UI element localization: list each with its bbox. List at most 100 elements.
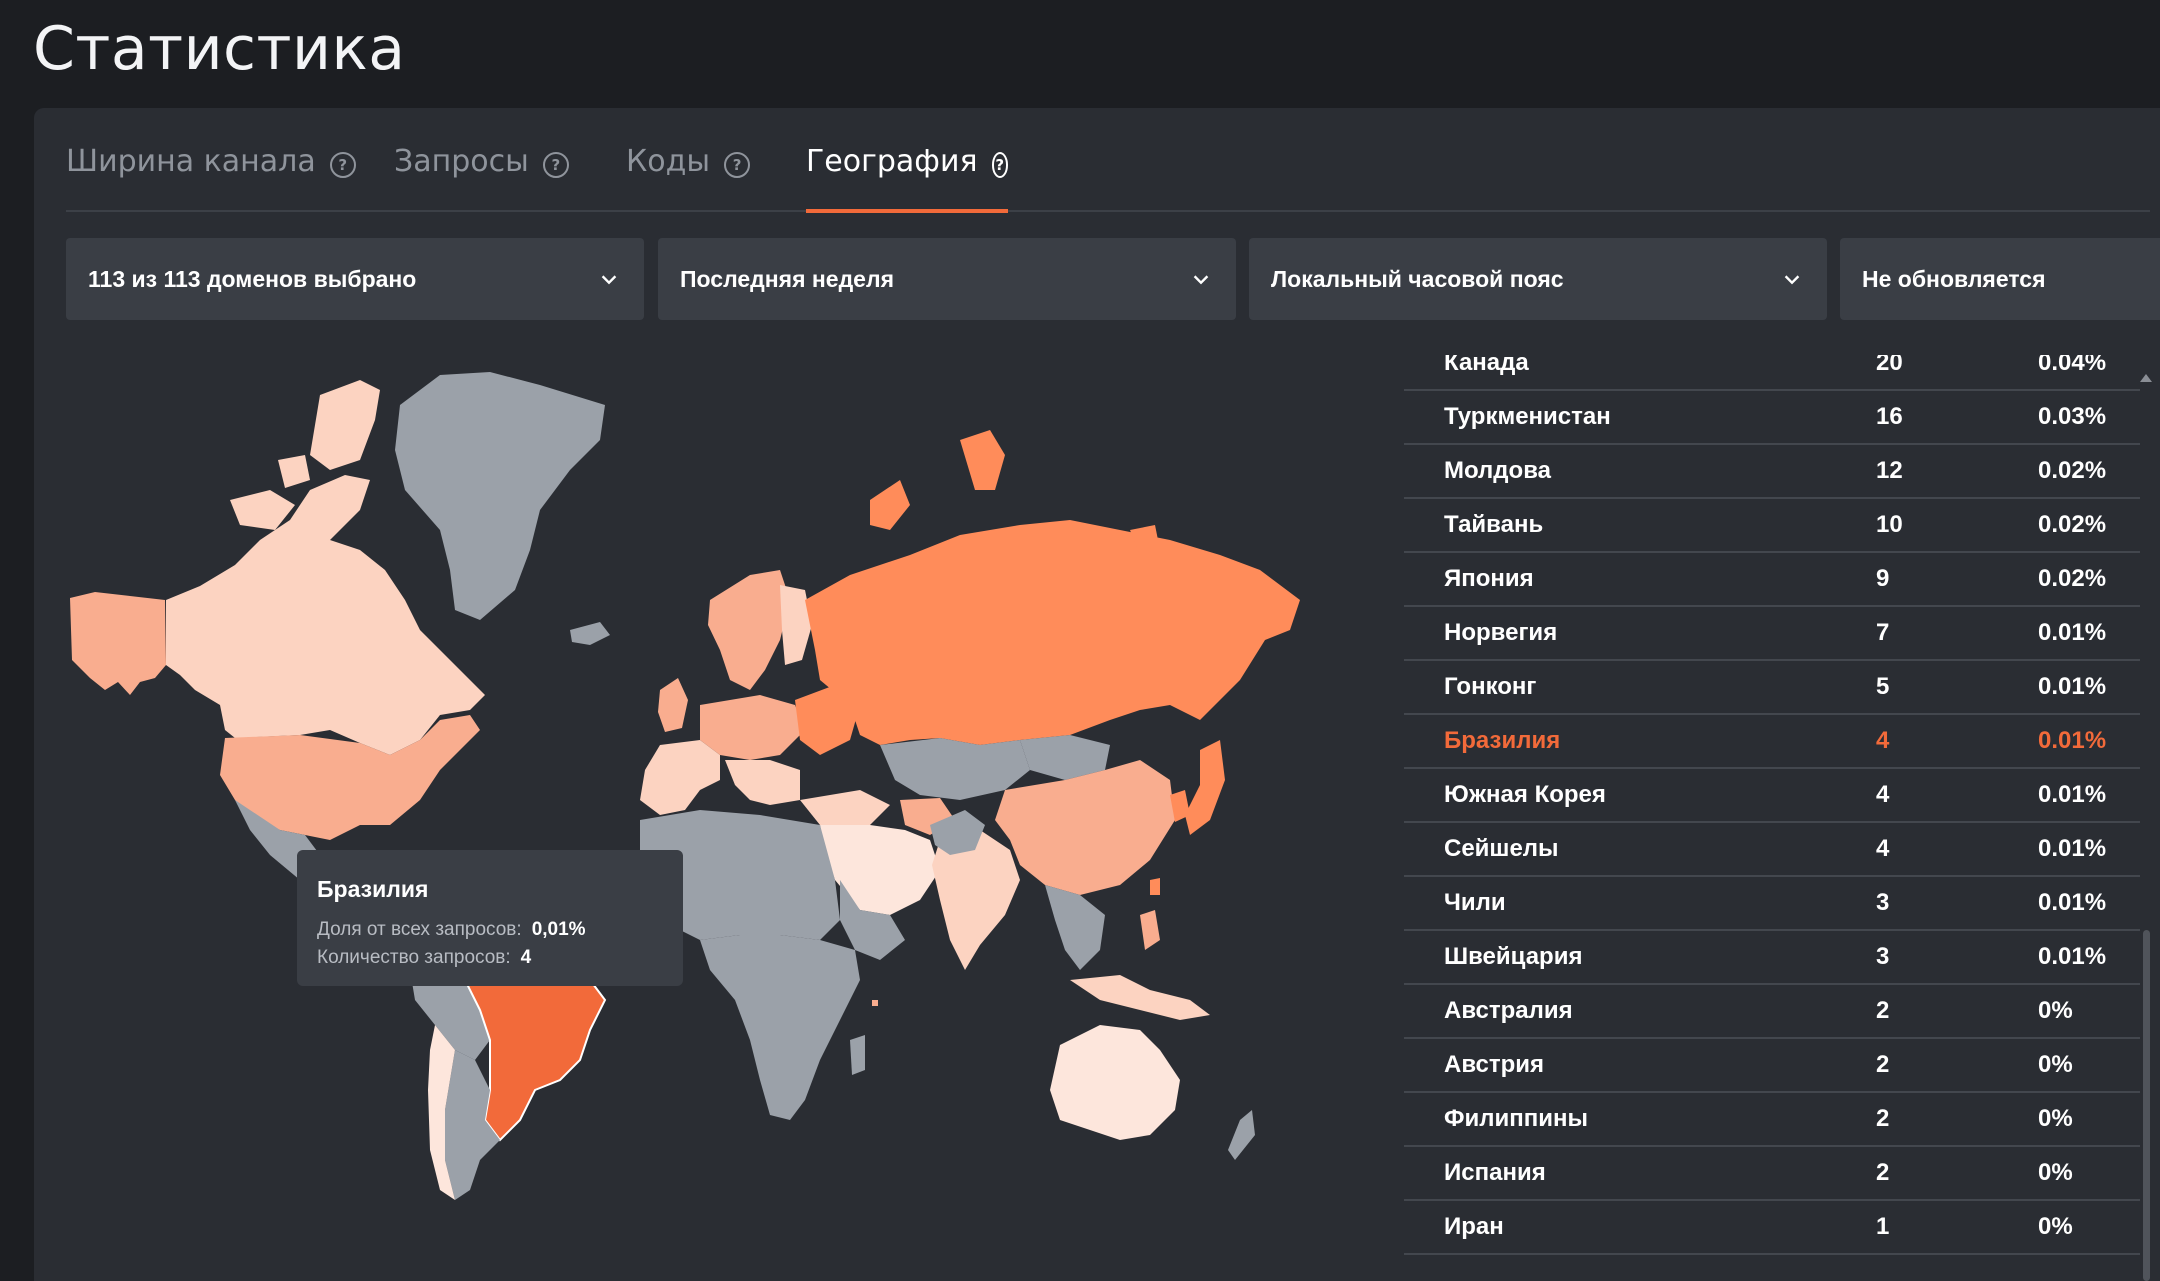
request-count: 9 — [1876, 565, 1890, 592]
table-row[interactable]: Швейцария 3 0.01% — [1404, 929, 2140, 985]
tooltip-share-value: 0,01% — [531, 919, 586, 940]
table-row[interactable]: Австралия 2 0% — [1404, 983, 2140, 1039]
table-row[interactable]: Япония 9 0.02% — [1404, 551, 2140, 607]
table-row[interactable]: Сейшелы 4 0.01% — [1404, 821, 2140, 877]
country-name: Молдова — [1444, 457, 1551, 484]
help-icon[interactable]: ? — [991, 152, 1008, 178]
map-country-italy-balkans[interactable] — [725, 760, 800, 805]
period-select-value: Последняя неделя — [680, 265, 894, 292]
request-percent: 0.02% — [2038, 457, 2107, 484]
country-name: Тайвань — [1444, 511, 1544, 538]
table-row[interactable]: Норвегия 7 0.01% — [1404, 605, 2140, 661]
request-percent: 0.02% — [2038, 511, 2107, 538]
map-country-new-zealand[interactable] — [1228, 1110, 1255, 1160]
table-row[interactable]: Бразилия 4 0.01% — [1404, 713, 2140, 769]
request-percent: 0.01% — [2038, 889, 2107, 916]
tooltip-count-label: Количество запросов: — [317, 947, 511, 968]
table-row[interactable]: Южная Корея 4 0.01% — [1404, 767, 2140, 823]
country-name: Сейшелы — [1444, 835, 1559, 862]
map-country-turkey[interactable] — [800, 790, 890, 825]
tab-requests[interactable]: Запросы ? — [394, 140, 569, 210]
map-country-russia-islands[interactable] — [870, 480, 910, 530]
scroll-up-icon[interactable] — [2140, 374, 2152, 382]
request-percent: 0.01% — [2038, 619, 2107, 646]
help-icon[interactable]: ? — [724, 152, 751, 178]
map-country-china[interactable] — [995, 760, 1175, 895]
request-percent: 0.01% — [2038, 835, 2107, 862]
table-row[interactable]: Молдова 12 0.02% — [1404, 443, 2140, 499]
table-row[interactable]: Филиппины 2 0% — [1404, 1091, 2140, 1147]
map-country-uk[interactable] — [658, 678, 688, 732]
table-row[interactable]: Иран 1 0% — [1404, 1199, 2140, 1255]
country-name: Гонконг — [1444, 673, 1537, 700]
help-icon[interactable]: ? — [329, 152, 356, 178]
domains-select-value: 113 из 113 доменов выбрано — [88, 265, 417, 292]
country-name: Туркменистан — [1444, 403, 1611, 430]
request-count: 10 — [1876, 511, 1903, 538]
tooltip-share-row: Доля от всех запросов: 0,01% — [317, 919, 663, 941]
map-country-africa-central[interactable] — [700, 935, 860, 1120]
request-percent: 0.04% — [2038, 355, 2107, 376]
table-row[interactable]: Испания 2 0% — [1404, 1145, 2140, 1201]
map-country-finland[interactable] — [780, 585, 812, 665]
tab-label: География — [806, 144, 978, 179]
request-percent: 0.01% — [2038, 781, 2107, 808]
period-select[interactable]: Последняя неделя — [658, 238, 1236, 320]
map-country-greenland[interactable] — [395, 372, 605, 620]
chevron-down-icon — [1193, 275, 1209, 285]
map-country-russia-islands[interactable] — [960, 430, 1005, 490]
help-icon[interactable]: ? — [542, 152, 569, 178]
country-name: Норвегия — [1444, 619, 1558, 646]
map-country-japan[interactable] — [1185, 740, 1225, 835]
request-count: 20 — [1876, 355, 1903, 376]
map-country-iceland[interactable] — [570, 622, 610, 645]
country-name: Чили — [1444, 889, 1506, 916]
map-country-middle-east[interactable] — [820, 825, 940, 915]
request-percent: 0.02% — [2038, 565, 2107, 592]
table-row[interactable]: Австрия 2 0% — [1404, 1037, 2140, 1093]
chevron-down-icon — [1784, 275, 1800, 285]
country-name: Канада — [1444, 355, 1529, 376]
scrollbar-thumb[interactable] — [2143, 930, 2150, 1281]
request-count: 16 — [1876, 403, 1903, 430]
country-name: Филиппины — [1444, 1105, 1588, 1132]
map-country-russia[interactable] — [805, 520, 1300, 745]
request-count: 2 — [1876, 997, 1890, 1024]
map-country-norway-sweden[interactable] — [708, 570, 790, 690]
refresh-select-value: Не обновляется — [1862, 265, 2046, 292]
request-percent: 0% — [2038, 1159, 2073, 1186]
tab-codes[interactable]: Коды ? — [626, 140, 751, 210]
map-country-central-europe[interactable] — [700, 695, 805, 760]
request-count: 3 — [1876, 943, 1890, 970]
map-country-seychelles[interactable] — [872, 1000, 878, 1006]
map-country-usa-alaska[interactable] — [70, 592, 166, 695]
request-percent: 0.01% — [2038, 727, 2107, 754]
tab-label: Коды — [626, 144, 711, 179]
tab-geography[interactable]: География ? — [806, 140, 1008, 213]
timezone-select[interactable]: Локальный часовой пояс — [1249, 238, 1827, 320]
table-row[interactable]: Канада 20 0.04% — [1404, 355, 2140, 391]
map-country-philippines[interactable] — [1140, 910, 1160, 950]
map-country-australia[interactable] — [1050, 1025, 1180, 1140]
tab-label: Ширина канала — [66, 144, 316, 179]
map-country-southeast-asia[interactable] — [1045, 885, 1105, 970]
table-row[interactable]: Чили 3 0.01% — [1404, 875, 2140, 931]
map-country-canada-islands[interactable] — [278, 455, 310, 488]
request-percent: 0.01% — [2038, 673, 2107, 700]
map-country-taiwan[interactable] — [1150, 878, 1160, 895]
country-name: Иран — [1444, 1213, 1504, 1240]
refresh-select[interactable]: Не обновляется — [1840, 238, 2160, 320]
map-country-madagascar[interactable] — [850, 1035, 865, 1075]
tab-label: Запросы — [394, 144, 529, 179]
tab-bandwidth[interactable]: Ширина канала ? — [66, 140, 356, 210]
table-row[interactable]: Тайвань 10 0.02% — [1404, 497, 2140, 553]
tab-bar: Ширина канала ? Запросы ? Коды ? Географ… — [66, 140, 2150, 213]
map-country-indonesia[interactable] — [1070, 975, 1210, 1020]
table-row[interactable]: Туркменистан 16 0.03% — [1404, 389, 2140, 445]
country-name: Швейцария — [1444, 943, 1583, 970]
map-country-france-spain[interactable] — [640, 740, 720, 815]
domains-select[interactable]: 113 из 113 доменов выбрано — [66, 238, 644, 320]
request-count: 3 — [1876, 889, 1890, 916]
map-country-canada-islands[interactable] — [310, 380, 380, 470]
table-row[interactable]: Гонконг 5 0.01% — [1404, 659, 2140, 715]
